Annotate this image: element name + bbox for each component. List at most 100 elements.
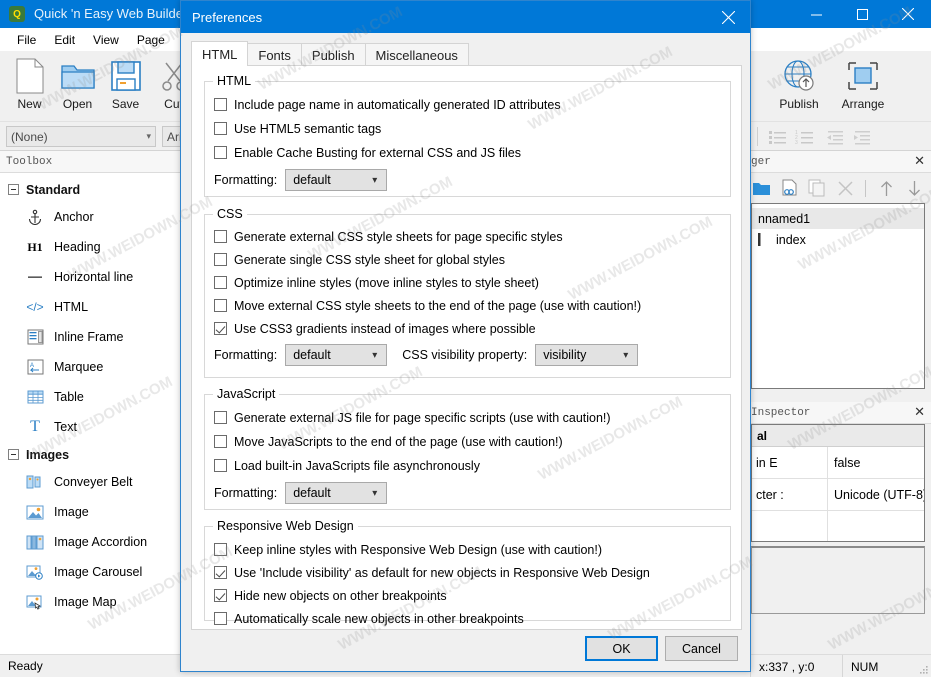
bullet-list-icon[interactable]	[768, 127, 788, 146]
toolbox-item-anchor[interactable]: Anchor	[0, 202, 182, 232]
toolbox-item-inline-frame[interactable]: Inline Frame	[0, 322, 182, 352]
checkbox-css3-gradients[interactable]: Use CSS3 gradients instead of images whe…	[214, 318, 730, 339]
toolbar-button-save[interactable]: Save	[98, 55, 153, 118]
minimize-icon[interactable]	[793, 0, 839, 28]
toolbar-button-open[interactable]: Open	[50, 55, 105, 118]
checkbox-load-js-async[interactable]: Load built-in JavaScripts file asynchron…	[214, 455, 730, 476]
checkbox-icon[interactable]	[214, 411, 227, 424]
tab-miscellaneous[interactable]: Miscellaneous	[364, 43, 469, 66]
checkbox-include-page-name[interactable]: Include page name in automatically gener…	[214, 94, 730, 115]
numbered-list-icon[interactable]: 1 2 3	[795, 127, 815, 146]
page-tree-item-index[interactable]: index	[752, 229, 924, 250]
checkbox-icon[interactable]	[214, 435, 227, 448]
toolbox-item-image[interactable]: Image	[0, 497, 182, 527]
page-tree-item-root[interactable]: nnamed1	[752, 208, 924, 229]
menu-item-page[interactable]: Page	[128, 31, 174, 49]
resize-grip-icon[interactable]	[917, 663, 929, 675]
toolbox-item-heading[interactable]: H1 Heading	[0, 232, 182, 262]
checkbox-html5-semantic-tags[interactable]: Use HTML5 semantic tags	[214, 118, 730, 139]
close-icon[interactable]	[706, 1, 750, 33]
inspector-row[interactable]: in E false	[752, 447, 924, 479]
menu-item-view[interactable]: View	[84, 31, 128, 49]
toolbox-item-image-carousel[interactable]: Image Carousel	[0, 557, 182, 587]
checkbox-icon[interactable]	[214, 459, 227, 472]
checkbox-icon[interactable]	[214, 122, 227, 135]
css-visibility-property-select[interactable]: visibility ▾	[535, 344, 639, 366]
page-manager-caption: ger ✕	[745, 151, 931, 173]
toolbox-list[interactable]: Standard Anchor H1 Heading Horizontal li…	[0, 173, 182, 654]
dialog-titlebar: Preferences	[181, 1, 750, 33]
checkbox-icon[interactable]	[214, 322, 227, 335]
checkbox-cache-busting[interactable]: Enable Cache Busting for external CSS an…	[214, 142, 730, 163]
checkbox-icon[interactable]	[214, 543, 227, 556]
page-tree[interactable]: nnamed1 index	[751, 203, 925, 389]
checkbox-generate-single-css[interactable]: Generate single CSS style sheet for glob…	[214, 249, 730, 270]
checkbox-generate-external-css[interactable]: Generate external CSS style sheets for p…	[214, 226, 730, 247]
checkbox-icon[interactable]	[214, 566, 227, 579]
js-formatting-select[interactable]: default ▾	[285, 482, 388, 504]
horizontal-line-icon	[24, 268, 46, 286]
toolbox-group-standard[interactable]: Standard	[0, 177, 182, 202]
tab-publish[interactable]: Publish	[300, 43, 366, 66]
checkbox-generate-external-js[interactable]: Generate external JS file for page speci…	[214, 407, 730, 428]
move-up-icon[interactable]	[875, 177, 897, 199]
tab-html[interactable]: HTML	[191, 41, 249, 66]
checkbox-move-javascripts-end[interactable]: Move JavaScripts to the end of the page …	[214, 431, 730, 452]
checkbox-keep-inline-styles-rwd[interactable]: Keep inline styles with Responsive Web D…	[214, 539, 730, 560]
checkbox-move-external-css[interactable]: Move external CSS style sheets to the en…	[214, 295, 730, 316]
toolbox-item-image-accordion[interactable]: Image Accordion	[0, 527, 182, 557]
checkbox-icon[interactable]	[214, 230, 227, 243]
toolbox-item-text[interactable]: T Text	[0, 412, 182, 442]
toolbar-button-new[interactable]: New	[2, 55, 57, 118]
html-formatting-select[interactable]: default ▾	[285, 169, 388, 191]
toolbox-item-horizontal-line[interactable]: Horizontal line	[0, 262, 182, 292]
ok-button[interactable]: OK	[585, 636, 658, 661]
tab-fonts[interactable]: Fonts	[247, 43, 302, 66]
delete-icon[interactable]	[834, 177, 856, 199]
checkbox-icon[interactable]	[214, 589, 227, 602]
inspector-row[interactable]: cter : Unicode (UTF-8)	[752, 479, 924, 511]
close-icon[interactable]	[885, 0, 931, 28]
increase-indent-icon[interactable]	[852, 127, 872, 146]
collapse-icon[interactable]	[8, 184, 19, 195]
checkbox-icon[interactable]	[214, 276, 227, 289]
cancel-button[interactable]: Cancel	[665, 636, 738, 661]
checkbox-include-visibility-default[interactable]: Use 'Include visibility' as default for …	[214, 562, 730, 583]
menu-item-file[interactable]: File	[8, 31, 45, 49]
css-formatting-select[interactable]: default ▾	[285, 344, 388, 366]
checkbox-auto-scale-new-objects[interactable]: Automatically scale new objects in other…	[214, 608, 730, 629]
toolbar-button-arrange[interactable]: Arrange	[832, 55, 894, 118]
checkbox-icon[interactable]	[214, 253, 227, 266]
toolbox-item-marquee[interactable]: A Marquee	[0, 352, 182, 382]
svg-text:3: 3	[795, 140, 798, 146]
toolbar-button-publish[interactable]: Publish	[768, 55, 830, 118]
inspector-row-value[interactable]: false	[828, 456, 924, 470]
checkbox-icon[interactable]	[214, 612, 227, 625]
toolbox-item-image-map[interactable]: Image Map	[0, 587, 182, 617]
menu-item-edit[interactable]: Edit	[45, 31, 84, 49]
move-down-icon[interactable]	[903, 177, 925, 199]
image-carousel-icon	[24, 563, 46, 581]
close-icon[interactable]: ✕	[914, 154, 925, 169]
toolbox-item-table[interactable]: Table	[0, 382, 182, 412]
checkbox-icon[interactable]	[214, 98, 227, 111]
style-combo[interactable]: (None) ▾	[6, 126, 156, 147]
decrease-indent-icon[interactable]	[825, 127, 845, 146]
checkbox-icon[interactable]	[214, 146, 227, 159]
maximize-icon[interactable]	[839, 0, 885, 28]
close-icon[interactable]: ✕	[914, 405, 925, 420]
toolbox-item-html[interactable]: </> HTML	[0, 292, 182, 322]
collapse-icon[interactable]	[8, 449, 19, 460]
inspector-row-value[interactable]: Unicode (UTF-8)	[828, 488, 924, 502]
toolbox-group-images[interactable]: Images	[0, 442, 182, 467]
inspector-row[interactable]	[752, 511, 924, 541]
toolbox-item-conveyer-belt[interactable]: Conveyer Belt	[0, 467, 182, 497]
duplicate-icon[interactable]	[807, 177, 829, 199]
new-link-icon[interactable]	[779, 177, 801, 199]
field-label: CSS visibility property:	[402, 348, 528, 362]
new-page-icon[interactable]	[751, 177, 773, 199]
checkbox-icon[interactable]	[214, 299, 227, 312]
checkbox-optimize-inline-styles[interactable]: Optimize inline styles (move inline styl…	[214, 272, 730, 293]
checkbox-hide-new-objects[interactable]: Hide new objects on other breakpoints	[214, 585, 730, 606]
inspector-grid[interactable]: al in E false cter : Unicode (UTF-8)	[751, 424, 925, 542]
